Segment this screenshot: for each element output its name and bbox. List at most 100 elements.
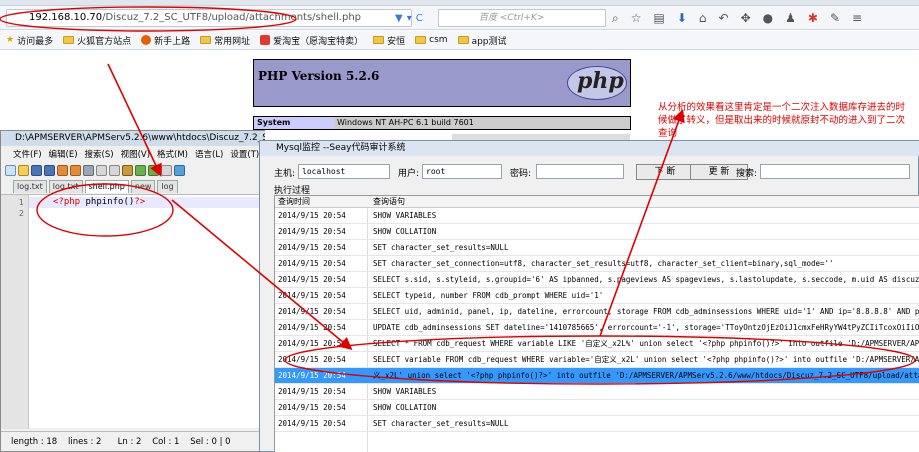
menu-view[interactable]: 视图(V) [121, 148, 150, 161]
notepad-tab-bar: log.txt log.txt shell.php new log [1, 179, 265, 193]
dropdown-icon[interactable]: ▾ [407, 13, 412, 24]
firefox-icon [141, 35, 152, 45]
menu-settings[interactable]: 设置(T) [230, 148, 259, 161]
folder-icon [457, 36, 469, 44]
bookmarks-bar: ★ 访问最多 火狐官方站点 新手上路 常用网址 爱淘宝（愿淘宝特卖） 安恒 cs… [0, 31, 919, 50]
close-all-icon[interactable] [70, 164, 81, 176]
bookmark-firefox-official[interactable]: 火狐官方站点 [63, 34, 131, 47]
table-row[interactable]: 2014/9/15 20:54 SHOW VARIABLES [275, 208, 919, 224]
column-header-time[interactable]: 查询时间 [278, 196, 310, 208]
table-row[interactable]: 2014/9/15 20:54 SELECT * FROM cdb_request… [275, 336, 919, 352]
system-value: Windows NT AH-PC 6.1 build 7601 [334, 117, 630, 129]
print-icon[interactable] [83, 164, 94, 176]
php-open-tag: <?php [53, 197, 81, 207]
menu-icon[interactable]: ≡ [852, 11, 862, 25]
password-input[interactable] [536, 164, 624, 179]
query-statement-cell: SHOW COLLATION [373, 227, 437, 236]
folder-icon [63, 36, 75, 44]
table-row[interactable]: 2014/9/15 20:54 UPDATE cdb_adminsessions … [275, 320, 919, 336]
query-statement-cell: 义_x2L' union select '<?php phpinfo()?>' … [373, 371, 919, 380]
redo-icon[interactable] [148, 164, 159, 176]
menu-file[interactable]: 文件(F) [13, 148, 42, 161]
close-file-icon[interactable] [57, 164, 68, 176]
undo-icon[interactable] [135, 164, 146, 176]
tab-log-txt-2[interactable]: log.txt [48, 180, 83, 193]
gesture-icon[interactable]: ✱ [808, 11, 818, 25]
query-time-cell: 2014/9/15 20:54 [278, 419, 346, 428]
extensions-icon[interactable]: ✎ [830, 11, 840, 25]
table-row[interactable]: 2014/9/15 20:54 SET character_set_results… [275, 240, 919, 256]
home-icon[interactable]: ⌂ [699, 11, 707, 25]
code-content[interactable]: <?php phpinfo()?> [53, 197, 145, 208]
notepad-menu-bar: 文件(F) 编辑(E) 搜索(S) 视图(V) 格式(M) 语言(L) 设置(T… [1, 148, 265, 161]
table-header: 查询时间 查询语句 [275, 196, 919, 208]
table-row[interactable]: 2014/9/15 20:54 SHOW COLLATION [275, 224, 919, 240]
query-log-table[interactable]: 查询时间 查询语句 2014/9/15 20:54 SHOW VARIABLES 2… [274, 195, 919, 452]
new-file-icon[interactable] [5, 164, 16, 176]
open-file-icon[interactable] [18, 164, 29, 176]
search-input[interactable]: 百度 <Ctrl+K> [438, 9, 606, 27]
save-all-icon[interactable] [44, 164, 55, 176]
table-row[interactable]: 2014/9/15 20:54 SELECT uid, adminid, pane… [275, 304, 919, 320]
break-button[interactable]: 下 断 [636, 164, 694, 180]
code-editor[interactable]: 1 2 <?php phpinfo()?> [1, 194, 265, 429]
addon-icon[interactable]: ✥ [741, 11, 751, 25]
bookmark-anheng[interactable]: 安恒 [373, 34, 405, 47]
query-statement-cell: SHOW VARIABLES [373, 211, 437, 220]
menu-edit[interactable]: 编辑(E) [49, 148, 78, 161]
menu-language[interactable]: 语言(L) [195, 148, 223, 161]
url-bar[interactable]: 192.168.10.70/Discuz_7.2_SC_UTF8/upload/… [6, 9, 412, 27]
user-icon[interactable]: ♟ [785, 11, 796, 25]
reload-icon[interactable]: C [416, 13, 423, 24]
table-row[interactable]: 2014/9/15 20:54 SELECT s.sid, s.styleid, … [275, 272, 919, 288]
tab-log-txt-1[interactable]: log.txt [13, 180, 47, 193]
menu-format[interactable]: 格式(M) [157, 148, 188, 161]
query-statement-cell: SHOW VARIABLES [373, 387, 437, 396]
tab-shell-php[interactable]: shell.php [84, 180, 129, 193]
url-tools: ▼ ▾ C [395, 9, 423, 27]
bookmark-star-icon[interactable]: ☆ [631, 11, 642, 25]
query-statement-cell: SELECT variable FROM cdb_request WHERE v… [373, 355, 919, 364]
bookmark-common-sites[interactable]: 常用网址 [200, 34, 250, 47]
table-row[interactable]: 2014/9/15 20:54 SELECT typeid, number FRO… [275, 288, 919, 304]
phpinfo-system-row: System Windows NT AH-PC 6.1 build 7601 [253, 116, 631, 130]
seay-title: Mysql监控 --Seay代码审计系统 [260, 141, 919, 156]
notepad-status-bar: length : 18 lines : 2 Ln : 2 Col : 1 Sel… [1, 431, 265, 451]
bookmark-csm[interactable]: csm [415, 35, 448, 45]
menu-search[interactable]: 搜索(S) [85, 148, 114, 161]
table-row[interactable]: 2014/9/15 20:54 SET character_set_connect… [275, 256, 919, 272]
copy-icon[interactable] [109, 164, 120, 176]
tab-new[interactable]: new [130, 180, 156, 193]
seay-connection-form: 主机: localhost 用户: root 密码: 下 断 更 新 搜索: [260, 163, 919, 181]
chat-icon[interactable]: ● [763, 11, 773, 25]
column-header-query[interactable]: 查询语句 [373, 196, 405, 208]
bookmark-getting-started[interactable]: 新手上路 [141, 34, 190, 47]
query-statement-cell: SET character_set_connection=utf8, chara… [373, 259, 834, 268]
taobao-icon [260, 35, 271, 45]
host-input[interactable]: localhost [298, 164, 390, 179]
save-icon[interactable] [31, 164, 42, 176]
bookmark-app-test[interactable]: app测试 [457, 34, 507, 47]
download-icon[interactable]: ⬇ [677, 11, 687, 25]
replace-icon[interactable] [174, 164, 185, 176]
query-time-cell: 2014/9/15 20:54 [278, 227, 346, 236]
find-icon[interactable] [161, 164, 172, 176]
tab-log[interactable]: log [157, 180, 178, 193]
back-history-icon[interactable]: ↶ [719, 11, 729, 25]
paste-icon[interactable] [122, 164, 133, 176]
bookmark-taobao[interactable]: 爱淘宝（愿淘宝特卖） [260, 34, 363, 47]
table-row[interactable]: 2014/9/15 20:54 义_x2L' union select '<?ph… [275, 368, 919, 384]
search-icon[interactable]: ⌕ [612, 11, 619, 26]
search-query-input[interactable] [760, 164, 910, 179]
bookmark-most-visited[interactable]: ★ 访问最多 [6, 34, 53, 47]
table-row[interactable]: 2014/9/15 20:54 SET character_set_results… [275, 416, 919, 432]
reading-list-icon[interactable]: ▤ [654, 11, 665, 25]
user-input[interactable]: root [422, 164, 502, 179]
cut-icon[interactable] [96, 164, 107, 176]
password-label: 密码: [510, 169, 532, 179]
table-row[interactable]: 2014/9/15 20:54 SELECT variable FROM cdb_… [275, 352, 919, 368]
shield-icon[interactable]: ▼ [395, 13, 403, 24]
table-row[interactable]: 2014/9/15 20:54 SHOW COLLATION [275, 400, 919, 416]
php-close-tag: ?> [134, 197, 146, 207]
table-row[interactable]: 2014/9/15 20:54 SHOW VARIABLES [275, 384, 919, 400]
